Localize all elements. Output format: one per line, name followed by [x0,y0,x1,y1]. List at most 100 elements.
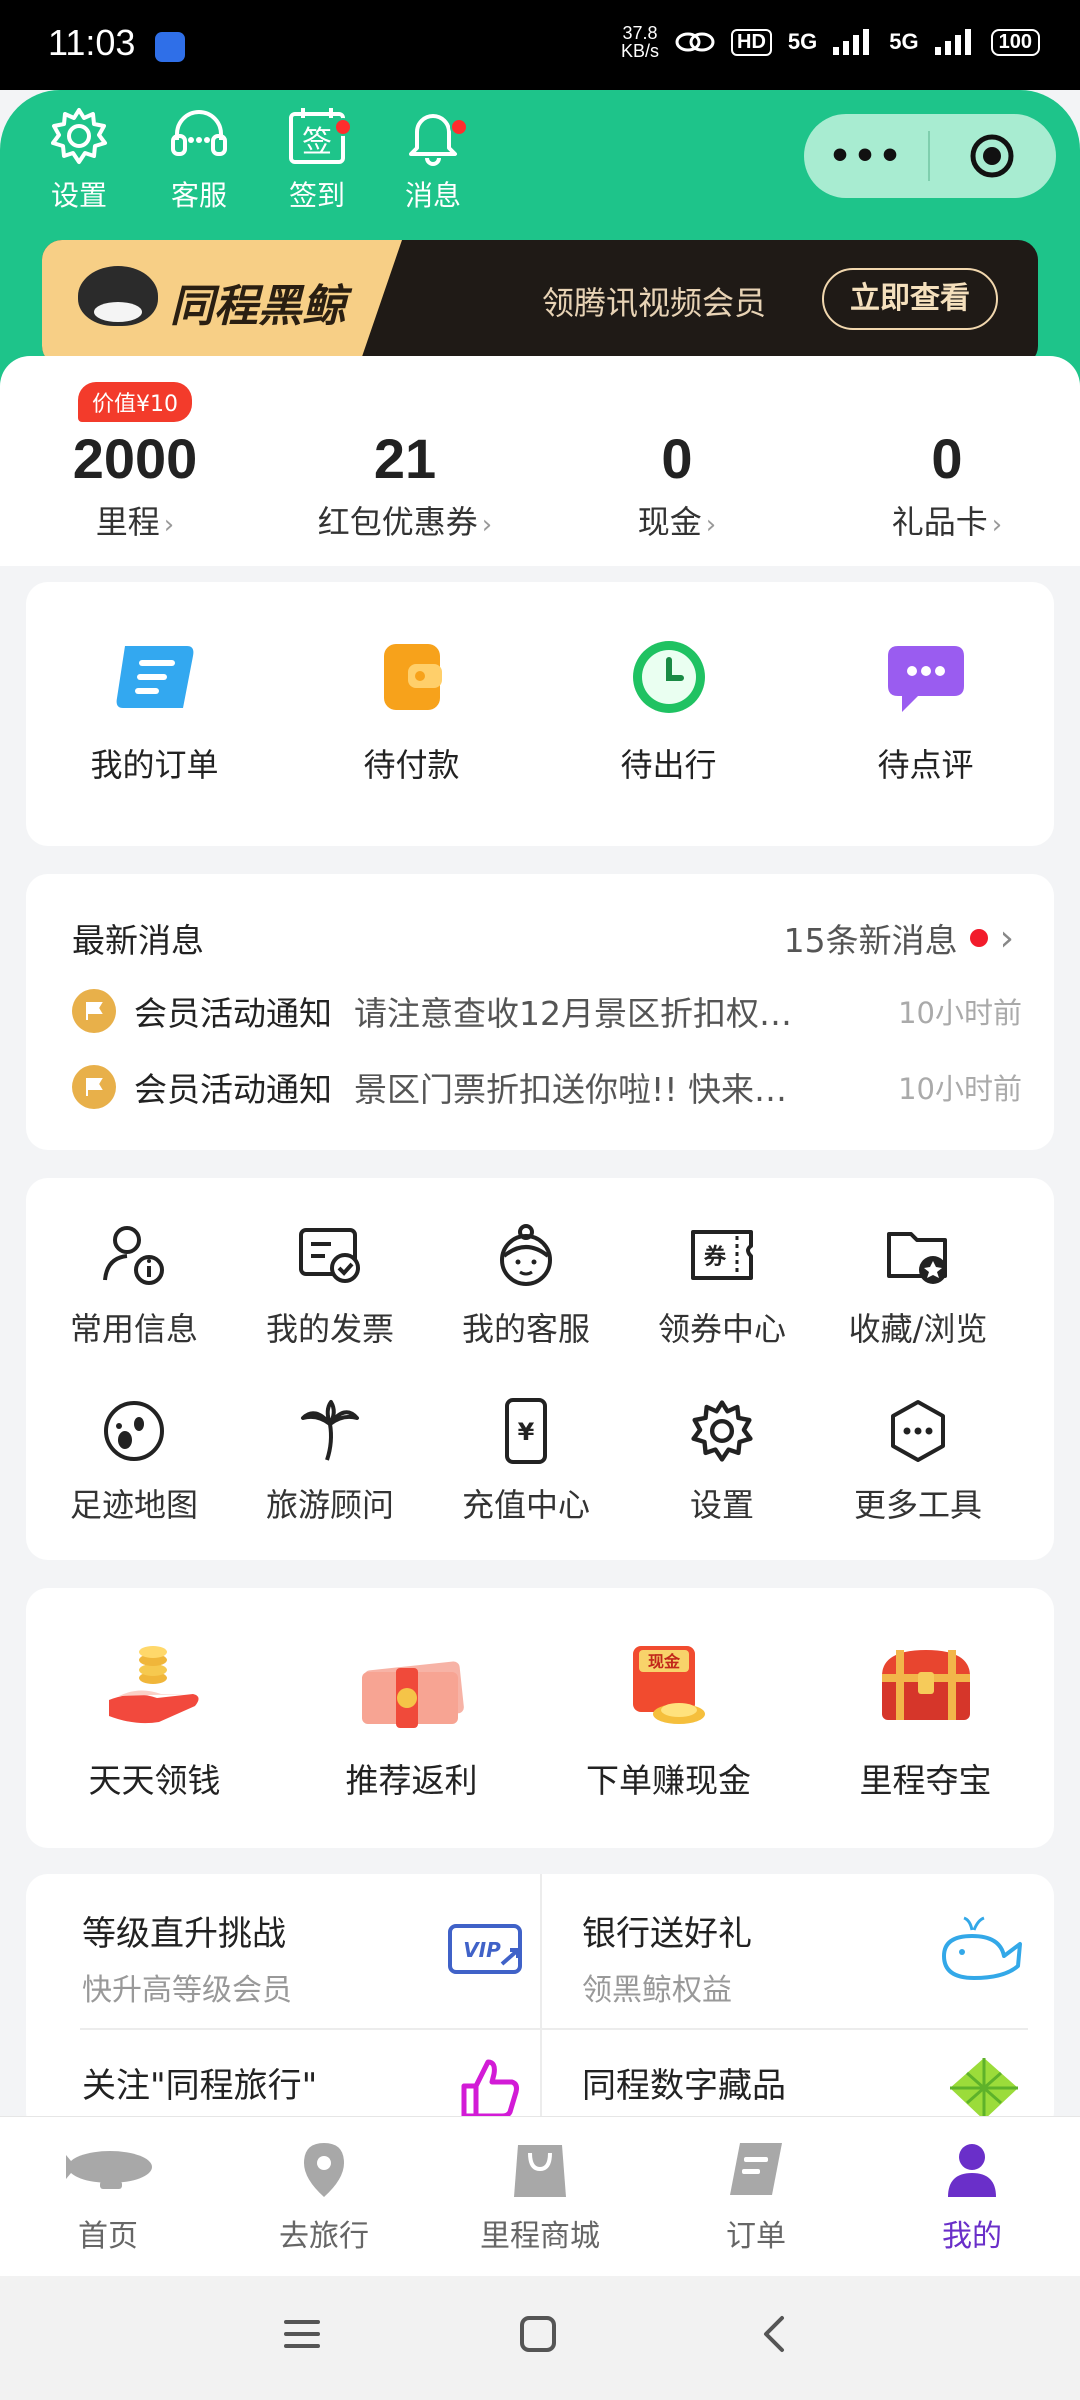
header-settings-button[interactable]: 设置 [24,104,134,214]
back-button[interactable] [752,2312,796,2360]
header-checkin-label: 签到 [288,179,345,212]
tool-my-service[interactable]: 我的客服 [428,1220,624,1350]
tool-travel-advisor[interactable]: 旅游顾问 [232,1396,428,1526]
tool-label: 更多工具 [853,1486,982,1524]
order-scroll-icon [116,646,193,708]
promo-mileage-treasure[interactable]: 里程夺宝 [797,1636,1054,1802]
message-text: 请注意查收12月景区折扣权… [354,994,792,1033]
headset-icon [171,110,227,156]
chevron-right-icon: › [705,510,717,540]
promo-label: 下单赚现金 [586,1761,751,1800]
whale-logo-icon [78,266,158,326]
my-orders-button[interactable]: 我的订单 [26,632,283,786]
asset-coupons[interactable]: 21 红包优惠券 › [280,426,530,543]
tools-card: 常用信息 我的发票 我的客服 券 领券中心 收藏/浏览 足迹地图 旅游顾问 ¥ … [26,1178,1054,1560]
promo-referral[interactable]: 推荐返利 [283,1636,540,1802]
message-badge-dot [450,118,468,136]
tool-common-info[interactable]: 常用信息 [36,1220,232,1350]
benefit-level-challenge[interactable]: 等级直升挑战 快升高等级会员 VIP [82,1906,562,2056]
value-badge: 价值¥10 [78,382,192,422]
asset-label-text: 现金 [637,503,702,541]
home-button[interactable] [516,2312,560,2360]
treasure-chest-icon [881,1650,970,1720]
signal-label-2: 5G [889,29,919,54]
header-service-button[interactable]: 客服 [144,104,254,214]
battery-level: 100 [990,28,1040,56]
promo-order-cash[interactable]: 现金 下单赚现金 [540,1636,797,1802]
user-info-icon [103,1226,164,1285]
svg-text:券: 券 [703,1244,727,1270]
tool-invoice[interactable]: 我的发票 [232,1220,428,1350]
tool-label: 常用信息 [69,1310,198,1348]
order-label: 我的订单 [90,746,219,784]
asset-value: 0 [661,427,693,490]
tab-mileage-mall[interactable]: 里程商城 [440,2139,640,2255]
tool-footprint-map[interactable]: 足迹地图 [36,1396,232,1526]
tool-more[interactable]: 更多工具 [820,1396,1016,1526]
flag-icon [72,989,116,1033]
hand-coins-icon [108,1646,199,1724]
asset-label-text: 红包优惠券 [317,503,478,541]
banner-cta-button[interactable]: 立即查看 [822,268,998,330]
footprint-icon [104,1401,164,1461]
assets-panel: 价值¥10 2000 里程 › 21 红包优惠券 › 0 现金 › 0 礼品卡 › [0,356,1080,566]
black-whale-banner[interactable]: 同程黑鲸 领腾讯视频会员 立即查看 [42,240,1038,366]
header-checkin-button[interactable]: 签 签到 [262,104,372,214]
vip-glyph: VIP [463,1938,501,1962]
location-pin-icon [304,2143,344,2197]
whale-icon [942,1916,1022,1980]
asset-mileage[interactable]: 2000 里程 › [10,426,260,543]
palm-tree-icon [301,1400,359,1461]
messages-title: 最新消息 [72,921,204,960]
asset-cash[interactable]: 0 现金 › [552,426,802,543]
tab-label: 去旅行 [279,2219,369,2254]
gear-icon [691,1400,753,1462]
tool-settings[interactable]: 设置 [624,1396,820,1526]
tab-label: 我的 [942,2219,1002,2254]
asset-label: 红包优惠券 › [280,497,530,543]
pending-trip-button[interactable]: 待出行 [540,632,797,786]
app-notification-icon [155,32,185,62]
tool-label: 我的发票 [265,1310,394,1348]
checkin-glyph: 签 [302,125,332,160]
checkin-icon: 签 [289,108,345,164]
message-category: 会员活动通知 [134,1070,332,1109]
tool-coupon-center[interactable]: 券 领券中心 [624,1220,820,1350]
message-category: 会员活动通知 [134,994,332,1033]
recent-apps-button[interactable] [280,2312,324,2360]
tab-travel[interactable]: 去旅行 [224,2139,424,2255]
phone-recharge-icon: ¥ [505,1398,547,1464]
gear-icon [51,108,107,164]
profile-header: 设置 客服 签 签到 消息 ••• 同程黑鲸 领腾讯视频会员 立即查看 [0,90,1080,390]
promo-daily-money[interactable]: 天天领钱 [26,1636,283,1802]
tab-mine[interactable]: 我的 [872,2139,1072,2255]
tool-label: 足迹地图 [69,1486,198,1524]
header-message-button[interactable]: 消息 [378,104,488,214]
orders-card: 我的订单 待付款 待出行 待点评 [26,582,1054,846]
tool-recharge-center[interactable]: ¥ 充值中心 [428,1396,624,1526]
message-time: 10小时前 [898,1072,1022,1106]
coupon-icon: 券 [691,1230,753,1280]
wallet-icon [383,644,442,710]
svg-text:¥: ¥ [518,1418,535,1446]
close-miniapp-button[interactable] [930,132,1054,180]
diamond-icon [950,2058,1018,2120]
more-hexagon-icon [891,1400,945,1462]
pending-payment-button[interactable]: 待付款 [283,632,540,786]
tool-favorites[interactable]: 收藏/浏览 [820,1220,1016,1350]
cash-bundle-icon [361,1661,464,1728]
tab-label: 首页 [78,2219,138,2254]
tab-orders[interactable]: 订单 [656,2139,856,2255]
asset-value: 0 [931,427,963,490]
more-button[interactable]: ••• [804,136,928,177]
tab-home[interactable]: 首页 [8,2139,208,2255]
messages-count[interactable]: 15条新消息 › [784,914,1014,962]
message-row[interactable]: 会员活动通知 景区门票折扣送你啦!! 快来… 10小时前 [72,1062,1022,1112]
message-row[interactable]: 会员活动通知 请注意查收12月景区折扣权… 10小时前 [72,986,1022,1036]
benefit-bank-gift[interactable]: 银行送好礼 领黑鲸权益 [582,1906,1054,2056]
asset-giftcard[interactable]: 0 礼品卡 › [822,426,1072,543]
pending-review-button[interactable]: 待点评 [797,632,1054,786]
promo-label: 天天领钱 [88,1761,221,1800]
asset-label: 现金 › [552,497,802,543]
messages-card[interactable]: 最新消息 15条新消息 › 会员活动通知 请注意查收12月景区折扣权… 10小时… [26,874,1054,1150]
